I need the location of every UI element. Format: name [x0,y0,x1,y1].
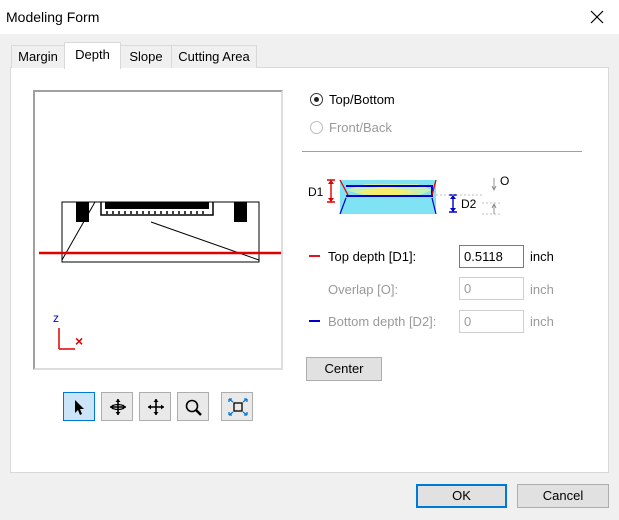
overlap-unit: inch [530,282,554,297]
model-preview[interactable]: z × [33,90,283,370]
overlap-label: Overlap [O]: [328,282,399,297]
depth-diagram: D1 D2 O [306,170,516,218]
cancel-button[interactable]: Cancel [517,484,609,508]
top-bottom-radio[interactable] [310,93,323,106]
top-depth-input[interactable] [459,245,524,268]
axis-x-label: × [75,333,84,349]
close-icon [590,10,604,24]
top-depth-color-marker [309,255,320,257]
front-back-label: Front/Back [329,120,392,135]
bottom-depth-unit: inch [530,314,554,329]
bottom-depth-color-marker [309,320,320,322]
window-title: Modeling Form [6,9,100,25]
overlap-input[interactable] [459,277,524,300]
select-tool-button[interactable] [63,392,95,421]
front-back-radio[interactable] [310,121,323,134]
zoom-tool-button[interactable] [177,392,209,421]
fit-view-tool-button[interactable] [221,392,253,421]
pan-tool-button[interactable] [139,392,171,421]
bottom-depth-label: Bottom depth [D2]: [328,314,437,329]
zoom-icon [185,399,202,416]
center-button[interactable]: Center [306,357,382,381]
diagram-o-label: O [500,174,510,188]
title-bar: Modeling Form [0,0,619,34]
axis-z-label: z [53,311,59,325]
ok-button[interactable]: OK [416,484,507,508]
tab-slope[interactable]: Slope [120,45,172,68]
pan-icon [148,399,164,415]
tab-cutting-area[interactable]: Cutting Area [171,45,257,68]
close-button[interactable] [574,0,619,34]
bottom-depth-input[interactable] [459,310,524,333]
diagram-d2-label: D2 [461,197,477,211]
tab-depth[interactable]: Depth [64,42,121,69]
top-depth-unit: inch [530,249,554,264]
depth-diagram-drawing [327,178,500,215]
model-drawing [39,201,281,350]
select-arrow-icon [75,400,84,415]
tab-margin[interactable]: Margin [11,45,65,68]
rotate-icon [110,399,126,415]
top-bottom-label: Top/Bottom [329,92,395,107]
separator [302,151,582,152]
diagram-d1-label: D1 [308,185,324,199]
top-depth-label: Top depth [D1]: [328,249,417,264]
fit-view-icon [228,398,248,416]
rotate-tool-button[interactable] [101,392,133,421]
